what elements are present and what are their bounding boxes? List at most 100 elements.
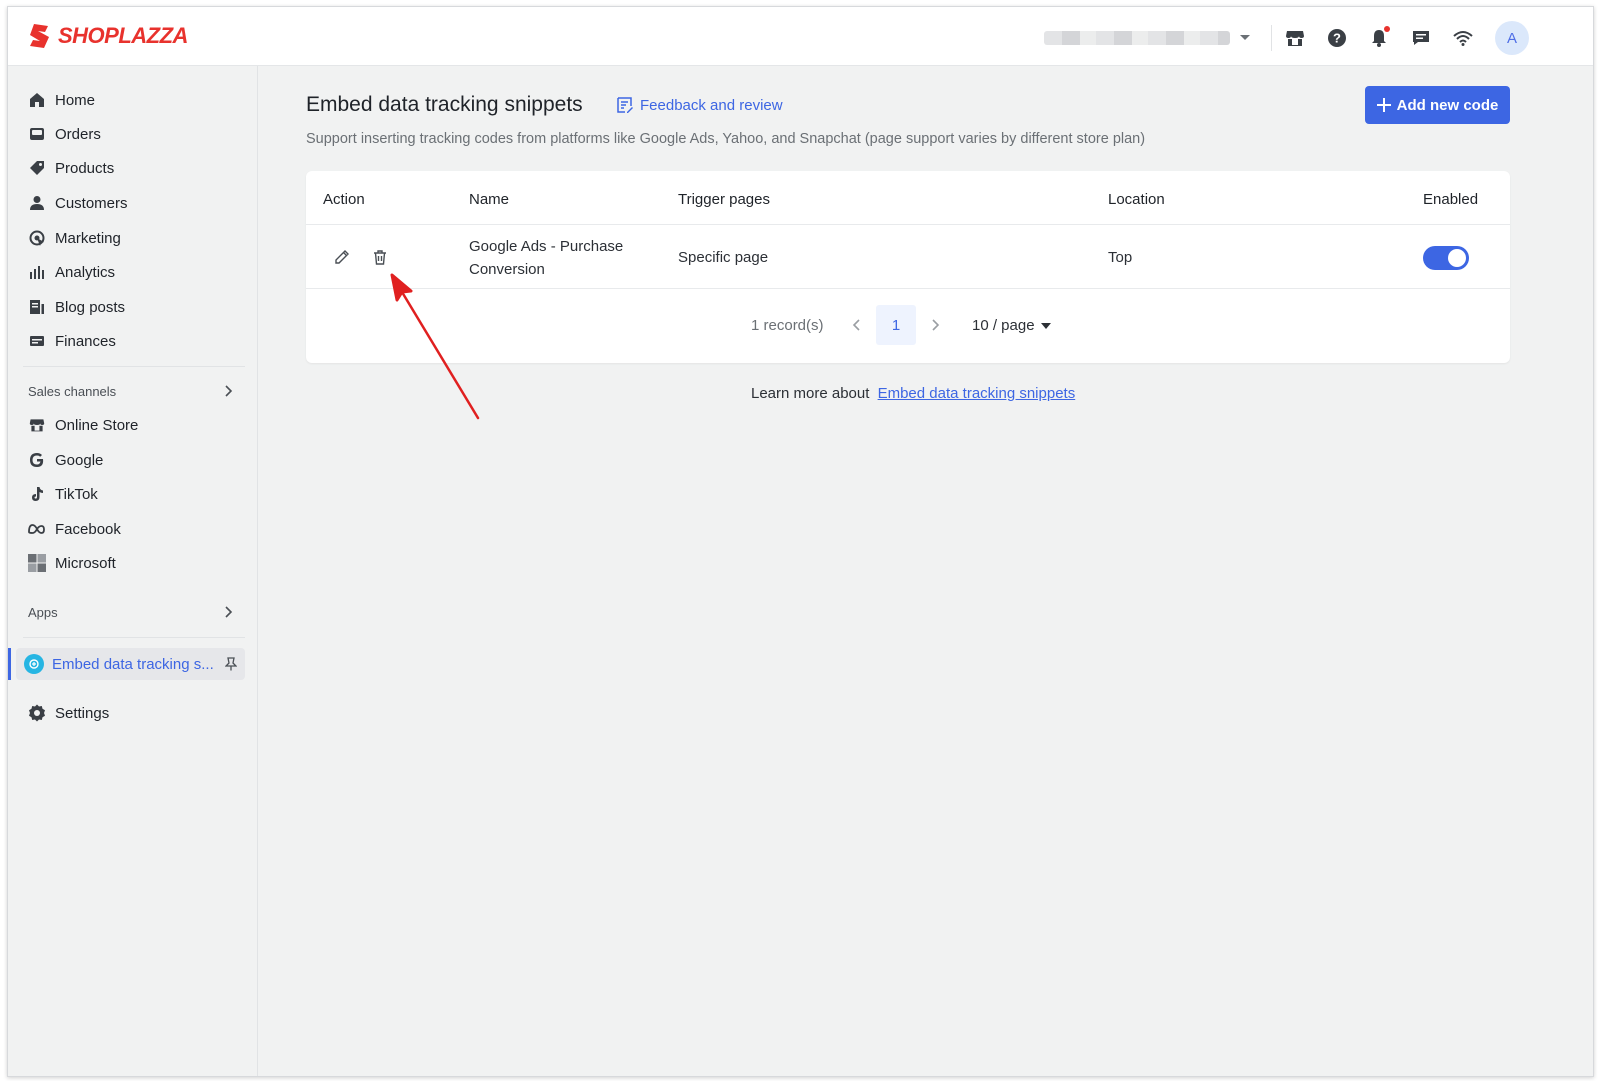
sidebar-item-label: Home: [55, 91, 96, 109]
column-header-name: Name: [469, 191, 510, 208]
column-header-location: Location: [1108, 191, 1165, 208]
store-name-blurred[interactable]: [1044, 31, 1230, 45]
page-size-select[interactable]: 10 / page: [972, 317, 1051, 334]
tiktok-icon: [27, 484, 47, 504]
sales-channels-label: Sales channels: [28, 384, 117, 399]
divider: [23, 366, 245, 367]
sidebar-item-products[interactable]: Products: [23, 153, 245, 183]
sidebar-item-customers[interactable]: Customers: [23, 188, 245, 218]
sidebar-item-orders[interactable]: Orders: [23, 119, 245, 149]
snippet-trigger-pages: Specific page: [678, 249, 769, 266]
apps-label: Apps: [28, 605, 58, 620]
edit-icon[interactable]: [331, 246, 353, 268]
column-header-action: Action: [323, 191, 365, 208]
learn-more: Learn more about Embed data tracking sni…: [751, 385, 1075, 402]
google-icon: [27, 450, 47, 470]
sidebar-item-label: Facebook: [55, 520, 121, 538]
meta-icon: [27, 519, 47, 539]
page-button-current[interactable]: 1: [876, 305, 916, 345]
bell-icon[interactable]: [1366, 25, 1392, 51]
notification-dot: [1384, 26, 1390, 32]
sidebar-item-embed-data-tracking[interactable]: Embed data tracking s...: [16, 648, 245, 680]
store-icon: [27, 415, 47, 435]
chevron-right-icon[interactable]: [220, 603, 238, 621]
active-indicator: [8, 648, 11, 680]
sidebar-item-label: Customers: [55, 194, 128, 212]
sidebar-item-home[interactable]: Home: [23, 85, 245, 115]
chevron-left-icon[interactable]: [846, 315, 866, 335]
sidebar-item-microsoft[interactable]: Microsoft: [23, 548, 245, 578]
divider: [23, 637, 245, 638]
divider: [1271, 25, 1272, 51]
snippet-location: Top: [1108, 249, 1133, 266]
column-header-enabled: Enabled: [1423, 191, 1479, 208]
sidebar-item-finances[interactable]: Finances: [23, 326, 245, 356]
svg-text:?: ?: [1333, 31, 1341, 46]
sidebar-item-label: TikTok: [55, 485, 98, 503]
toggle-knob: [1448, 249, 1466, 267]
feedback-label: Feedback and review: [640, 96, 783, 114]
pin-icon[interactable]: [225, 657, 237, 671]
finance-icon: [27, 331, 47, 351]
feedback-link[interactable]: Feedback and review: [616, 96, 783, 114]
bar-chart-icon: [27, 262, 47, 282]
sidebar-item-label: Blog posts: [55, 298, 126, 316]
sidebar-item-label: Marketing: [55, 229, 121, 247]
wifi-icon[interactable]: [1450, 25, 1476, 51]
divider: [306, 224, 1510, 225]
marketing-icon: [27, 228, 47, 248]
divider: [306, 288, 1510, 289]
caret-down-icon: [1040, 322, 1051, 329]
app-icon: [24, 654, 44, 674]
sidebar-item-label: Orders: [55, 125, 101, 143]
shoplazza-logo-icon: [30, 24, 49, 48]
sidebar-item-analytics[interactable]: Analytics: [23, 257, 245, 287]
sidebar-item-label: Products: [55, 159, 115, 177]
gear-icon: [27, 703, 47, 723]
chevron-right-icon[interactable]: [220, 382, 238, 400]
blog-icon: [27, 297, 47, 317]
feedback-icon: [617, 97, 633, 113]
page-size-value: 10 / page: [972, 317, 1035, 334]
sidebar-item-tiktok[interactable]: TikTok: [23, 479, 245, 509]
avatar[interactable]: A: [1495, 21, 1529, 55]
page-title: Embed data tracking snippets: [306, 93, 583, 116]
chat-icon[interactable]: [1408, 25, 1434, 51]
delete-icon[interactable]: [369, 246, 391, 268]
plus-icon: [1376, 98, 1391, 112]
brand-name: SHOPLAZZA: [58, 23, 188, 48]
brand-logo[interactable]: SHOPLAZZA: [28, 23, 188, 49]
orders-icon: [27, 124, 47, 144]
sidebar-item-blog-posts[interactable]: Blog posts: [23, 292, 245, 322]
sidebar-item-label: Online Store: [55, 416, 139, 434]
home-icon: [27, 90, 47, 110]
enabled-toggle[interactable]: [1423, 246, 1469, 270]
sidebar-item-label: Google: [55, 451, 104, 469]
sidebar-item-label: Analytics: [55, 263, 116, 281]
store-icon[interactable]: [1282, 25, 1308, 51]
chevron-right-icon[interactable]: [926, 315, 946, 335]
snippet-name: Google Ads - Purchase Conversion: [469, 238, 624, 278]
snippets-table-card: Action Name Trigger pages Location Enabl…: [306, 171, 1510, 363]
app-window: SHOPLAZZA ? A Home Orders Products Custo…: [7, 6, 1594, 1077]
help-icon[interactable]: ?: [1324, 25, 1350, 51]
learn-more-link[interactable]: Embed data tracking snippets: [878, 385, 1076, 402]
learn-more-prefix: Learn more about: [751, 385, 870, 402]
sidebar-item-label: Finances: [55, 332, 116, 350]
record-count: 1 record(s): [751, 317, 824, 334]
sidebar-item-settings[interactable]: Settings: [23, 698, 245, 728]
user-icon: [27, 193, 47, 213]
sidebar-item-label: Microsoft: [55, 554, 116, 572]
add-new-code-button[interactable]: Add new code: [1365, 86, 1510, 124]
chevron-down-icon[interactable]: [1236, 29, 1254, 47]
top-bar: SHOPLAZZA ? A: [8, 7, 1593, 66]
column-header-trigger-pages: Trigger pages: [678, 191, 770, 208]
sidebar-item-online-store[interactable]: Online Store: [23, 410, 245, 440]
sidebar-item-label: Embed data tracking s...: [52, 655, 214, 673]
tag-icon: [27, 158, 47, 178]
sidebar-item-marketing[interactable]: Marketing: [23, 223, 245, 253]
microsoft-icon: [27, 553, 47, 573]
sidebar-item-google[interactable]: Google: [23, 445, 245, 475]
page-subtitle: Support inserting tracking codes from pl…: [306, 131, 1146, 147]
sidebar-item-facebook[interactable]: Facebook: [23, 514, 245, 544]
